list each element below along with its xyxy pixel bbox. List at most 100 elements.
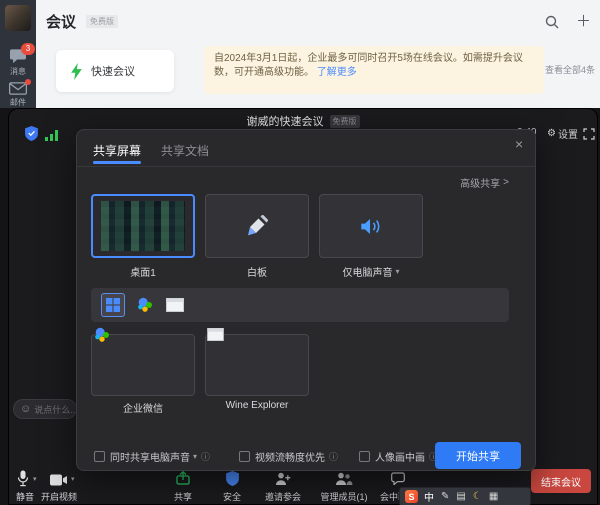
camera-chevron-icon[interactable]: ▾ (71, 475, 75, 483)
app-tile-wecom-label: 企业微信 (91, 400, 195, 415)
gear-icon: ⚙ (547, 128, 556, 139)
view-all-link[interactable]: 查看全部4条 (545, 63, 595, 76)
smooth-video-info-icon[interactable]: ⓘ (329, 450, 338, 463)
option-smooth-video[interactable]: 视频流畅度优先 ⓘ (239, 449, 338, 464)
share-screen-icon (176, 471, 190, 485)
tile-audio-label[interactable]: 仅电脑声音 ▾ (319, 264, 423, 279)
settings-button[interactable]: ⚙ 设置 (547, 126, 578, 141)
meeting-chat-button[interactable] (391, 472, 405, 485)
start-video-button[interactable] (49, 473, 68, 485)
sidebar-item-mail[interactable] (9, 82, 27, 95)
tile-whiteboard[interactable] (205, 194, 309, 258)
wine-explorer-tile-icon (207, 327, 224, 341)
meeting-window: 谢威的快速会议 免费版 0:40 ⚙ 设置 ☺ 说点什么... ▾ (8, 108, 598, 505)
close-icon[interactable]: × (515, 136, 523, 152)
app-tile-wine-explorer-label: Wine Explorer (205, 400, 309, 411)
speaker-icon (360, 218, 382, 235)
security-shield-icon (226, 471, 239, 486)
advanced-share-link[interactable]: 高级共享 > (407, 175, 509, 190)
toolbar-label-video[interactable]: 开启视频 (36, 490, 82, 503)
tabs-divider (77, 166, 535, 167)
share-audio-chevron-icon[interactable]: ▾ (193, 452, 197, 461)
ime-pencil-icon[interactable]: ✎ (441, 491, 449, 502)
arrow-right-icon: > (503, 177, 509, 188)
search-button[interactable] (544, 14, 560, 30)
tile-computer-audio[interactable] (319, 194, 423, 258)
screen: 3 消息 邮件 会议 免费版 ＋ 快速会议 自2024年3月1日起，企业最多可同… (0, 0, 600, 505)
share-button[interactable] (176, 471, 190, 485)
app-main-window: 3 消息 邮件 会议 免费版 ＋ 快速会议 自2024年3月1日起，企业最多可同… (0, 0, 600, 108)
ime-mode-indicator[interactable]: 中 (424, 489, 434, 504)
desktop-thumbnail (101, 201, 185, 251)
mail-icon (9, 82, 27, 95)
members-icon (335, 472, 353, 486)
microphone-icon (16, 470, 30, 487)
tile-desktop1-label: 桌面1 (91, 264, 195, 279)
input-method-bar: S 中 ✎ ▤ ☾ ▦ (399, 487, 531, 505)
avatar[interactable] (5, 5, 31, 31)
share-dialog: 共享屏幕 共享文档 × 高级共享 > 桌面1 白板 仅电脑声音 (76, 129, 536, 471)
add-button[interactable]: ＋ (576, 10, 591, 31)
start-share-button[interactable]: 开始共享 (435, 442, 521, 469)
fullscreen-button[interactable] (583, 127, 595, 139)
manage-members-button[interactable] (335, 472, 353, 486)
network-signal-indicator (45, 128, 58, 139)
learn-more-link[interactable]: 了解更多 (317, 67, 357, 78)
sidebar-item-mail-label: 邮件 (0, 97, 36, 108)
windows-grid-icon (106, 298, 120, 312)
ime-grid-icon[interactable]: ▦ (489, 491, 498, 502)
toolbar-label-members[interactable]: 管理成员(1) (311, 490, 377, 503)
security-button[interactable] (226, 471, 239, 486)
fullscreen-icon (583, 128, 595, 140)
end-meeting-button[interactable]: 结束会议 (531, 469, 591, 493)
smooth-video-checkbox[interactable] (239, 451, 250, 462)
mute-button[interactable] (16, 470, 30, 487)
app-tile-wine-explorer[interactable] (205, 334, 309, 396)
share-audio-info-icon[interactable]: ⓘ (201, 450, 210, 463)
ime-keyboard-icon[interactable]: ▤ (456, 491, 465, 502)
free-plan-badge: 免费版 (86, 15, 118, 28)
strip-item-wecom[interactable] (135, 296, 155, 314)
option-share-audio[interactable]: 同时共享电脑声音 ▾ ⓘ (94, 449, 210, 464)
messages-unread-badge: 3 (21, 43, 35, 55)
quick-meeting-button[interactable]: 快速会议 (56, 50, 174, 92)
page-title: 会议 (46, 11, 76, 32)
meeting-security-indicator[interactable] (25, 126, 38, 141)
settings-label: 设置 (558, 126, 578, 141)
share-audio-checkbox[interactable] (94, 451, 105, 462)
option-pip[interactable]: 人像画中画 ⓘ (359, 449, 438, 464)
plus-icon: ＋ (576, 13, 591, 30)
signal-bars-icon (45, 130, 58, 141)
window-icon (166, 298, 184, 312)
invite-person-icon (275, 472, 291, 486)
pen-icon (246, 215, 268, 237)
camera-icon (49, 474, 68, 486)
toolbar-label-invite[interactable]: 邀请参会 (259, 490, 307, 503)
ime-moon-icon[interactable]: ☾ (473, 491, 482, 502)
strip-item-explorer[interactable] (165, 297, 185, 313)
running-apps-strip (91, 288, 509, 322)
tab-share-document[interactable]: 共享文档 (161, 142, 209, 159)
toolbar-label-share[interactable]: 共享 (165, 490, 201, 503)
tab-share-screen[interactable]: 共享屏幕 (93, 142, 141, 159)
pip-checkbox[interactable] (359, 451, 370, 462)
sogou-logo-icon[interactable]: S (405, 490, 418, 503)
mic-chevron-icon[interactable]: ▾ (33, 475, 37, 483)
active-tab-underline (93, 161, 141, 164)
wecom-logo-icon (136, 296, 154, 314)
meeting-chat-input[interactable]: ☺ 说点什么... (13, 399, 77, 419)
shield-icon (25, 126, 38, 141)
strip-item-windows[interactable] (101, 293, 125, 317)
notice-banner: 自2024年3月1日起，企业最多可同时召开5场在线会议。如需提升会议数，可开通高… (204, 46, 544, 94)
tile-desktop1[interactable] (91, 194, 195, 258)
emoji-icon: ☺ (20, 403, 31, 415)
search-icon (544, 14, 560, 30)
invite-button[interactable] (275, 472, 291, 486)
toolbar-label-security[interactable]: 安全 (214, 490, 250, 503)
sidebar-item-messages-label: 消息 (0, 66, 36, 77)
chat-placeholder: 说点什么... (34, 403, 76, 416)
audio-chevron-icon: ▾ (395, 267, 399, 276)
meeting-titlebar: 谢威的快速会议 免费版 (9, 113, 597, 129)
chat-icon (391, 472, 405, 485)
mail-unread-dot (25, 79, 31, 85)
